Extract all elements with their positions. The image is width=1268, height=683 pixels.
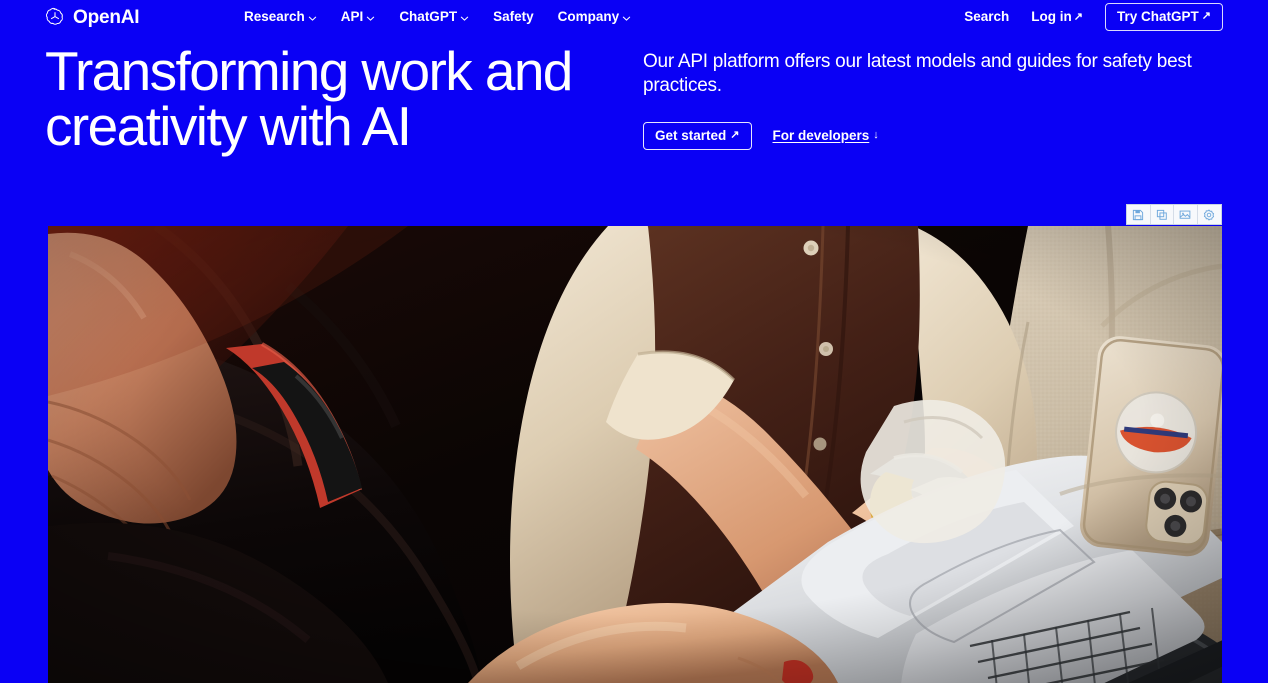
hero-photo [48, 226, 1222, 683]
image-icon[interactable] [1174, 205, 1198, 224]
copy-icon[interactable] [1150, 205, 1174, 224]
hero-right-column: Our API platform offers our latest model… [643, 50, 1218, 151]
chevron-down-icon [308, 14, 317, 23]
hero-subtitle: Our API platform offers our latest model… [643, 51, 1192, 97]
openai-logo-icon [44, 6, 66, 28]
nav-actions: Search Log in ↗ Try ChatGPT ↗ [964, 2, 1223, 32]
arrow-down-icon: ↓ [873, 129, 879, 142]
nav-item-label: Company [557, 9, 620, 25]
image-hover-toolbar [1126, 204, 1222, 225]
try-chatgpt-button[interactable]: Try ChatGPT ↗ [1105, 2, 1223, 32]
hero-action-row: Get started ↗ For developers ↓ [643, 121, 1218, 151]
nav-item-label: Research [244, 9, 305, 25]
nav-item-chatgpt[interactable]: ChatGPT [399, 10, 469, 24]
page-title: Transforming work and creativity with AI [45, 44, 635, 154]
for-developers-label: For developers [772, 128, 870, 144]
nav-item-company[interactable]: Company [558, 10, 632, 24]
hero-title-line-1: Transforming work and [45, 40, 573, 102]
openai-homepage: OpenAI Research API ChatGPT Safety Compa… [0, 0, 1268, 683]
chevron-down-icon [460, 14, 469, 23]
nav-item-research[interactable]: Research [244, 10, 317, 24]
search-button[interactable]: Search [964, 10, 1009, 24]
for-developers-link[interactable]: For developers ↓ [773, 129, 879, 143]
login-label: Log in [1031, 9, 1072, 25]
arrow-up-right-icon: ↗ [1073, 10, 1084, 23]
brand-name: OpenAI [73, 6, 140, 28]
chevron-down-icon [622, 14, 631, 23]
chevron-down-icon [366, 14, 375, 23]
search-label: Search [964, 9, 1010, 25]
save-icon[interactable] [1127, 205, 1151, 224]
login-link[interactable]: Log in ↗ [1031, 10, 1083, 24]
gear-icon[interactable] [1197, 205, 1221, 224]
nav-item-safety[interactable]: Safety [493, 10, 534, 24]
nav-item-label: API [340, 9, 364, 25]
brand-logo[interactable]: OpenAI [44, 6, 140, 28]
main-navbar: OpenAI Research API ChatGPT Safety Compa… [0, 0, 1268, 34]
nav-item-label: ChatGPT [399, 9, 458, 25]
arrow-up-right-icon: ↗ [1201, 10, 1211, 22]
get-started-button[interactable]: Get started ↗ [643, 121, 752, 151]
arrow-up-right-icon: ↗ [730, 128, 740, 141]
nav-item-api[interactable]: API [341, 10, 376, 24]
try-chatgpt-label: Try ChatGPT [1117, 8, 1199, 24]
nav-item-label: Safety [493, 9, 534, 25]
nav-menu: Research API ChatGPT Safety Company [244, 10, 631, 24]
get-started-label: Get started [655, 127, 727, 143]
hero-title-line-2: creativity with AI [45, 95, 412, 157]
